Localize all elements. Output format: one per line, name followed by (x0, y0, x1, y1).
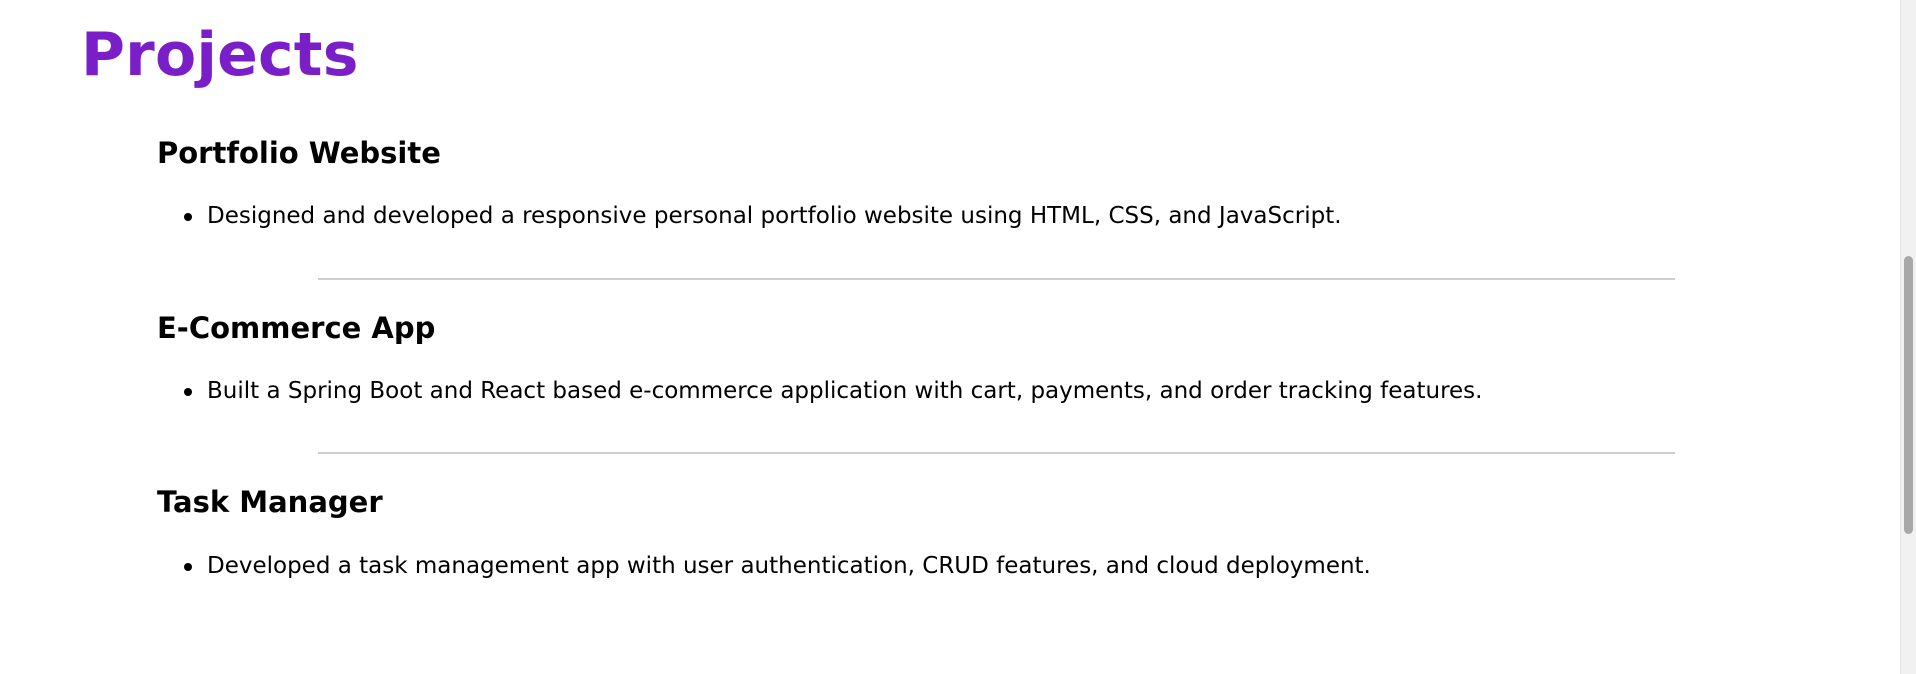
project-title: Portfolio Website (157, 136, 441, 170)
project-description: Designed and developed a responsive pers… (207, 203, 1342, 229)
bullet-icon (184, 388, 192, 396)
list-item: Designed and developed a responsive pers… (184, 202, 1342, 231)
list-item: Developed a task management app with use… (184, 552, 1371, 581)
project-description: Developed a task management app with use… (207, 553, 1371, 579)
project-bullet-list: Built a Spring Boot and React based e-co… (184, 377, 1482, 406)
vertical-scrollbar[interactable] (1900, 0, 1916, 674)
project-bullet-list: Designed and developed a responsive pers… (184, 202, 1342, 231)
bullet-icon (184, 563, 192, 571)
scrollbar-thumb[interactable] (1904, 256, 1913, 534)
project-title: E-Commerce App (157, 311, 436, 345)
project-description: Built a Spring Boot and React based e-co… (207, 378, 1483, 404)
list-item: Built a Spring Boot and React based e-co… (184, 377, 1482, 406)
project-card-portfolio: Portfolio Website Designed and developed… (157, 136, 1677, 229)
project-card-ecommerce: E-Commerce App Built a Spring Boot and R… (157, 311, 1677, 404)
project-card-task-manager: Task Manager Developed a task management… (157, 485, 1677, 579)
project-bullet-list: Developed a task management app with use… (184, 552, 1371, 581)
project-title: Task Manager (157, 485, 383, 519)
divider (318, 278, 1675, 280)
page: Projects Portfolio Website Designed and … (0, 0, 1916, 674)
divider (318, 452, 1675, 454)
section-title: Projects (81, 20, 359, 90)
projects-section: Projects Portfolio Website Designed and … (0, 0, 1900, 674)
bullet-icon (184, 213, 192, 221)
